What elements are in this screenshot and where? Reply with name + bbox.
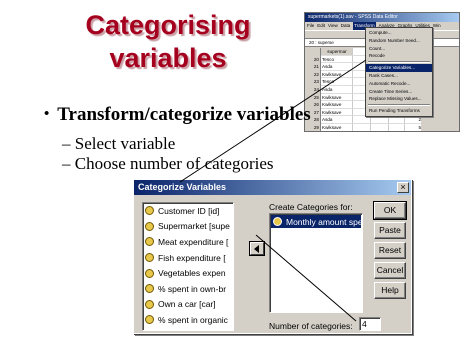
number-of-categories-input[interactable]: 4: [359, 317, 381, 331]
table-cell[interactable]: Tesco: [321, 78, 353, 86]
table-cell[interactable]: [371, 116, 389, 124]
scale-variable-icon: [145, 299, 154, 309]
transform-menu-item[interactable]: Replace Missing Values...: [366, 95, 432, 103]
variable-list-item[interactable]: Fish expenditure [: [143, 250, 233, 266]
selected-variable-item[interactable]: Monthly amount sper: [271, 215, 363, 228]
table-cell[interactable]: Kwiksave: [321, 123, 353, 131]
column-header[interactable]: supermar: [321, 48, 353, 56]
variable-label: Meat expenditure [: [158, 236, 229, 247]
table-row[interactable]: 29 Kwiksave 5: [307, 123, 459, 131]
table-row[interactable]: 28 Asda 2: [307, 116, 459, 124]
dialog-titlebar: Categorize Variables ×: [134, 180, 411, 195]
row-number: 22: [307, 70, 321, 79]
spss-window-title: supermarkets(1).sav - SPSS Data Editor: [305, 13, 459, 22]
bullet-text: Transform/categorize variables: [57, 104, 311, 125]
table-cell[interactable]: Kwiksave: [321, 108, 353, 117]
variable-list-item[interactable]: Meat expenditure [: [143, 234, 233, 250]
variable-label: % spent in organic: [158, 314, 228, 325]
transform-menu-dropdown: Compute... Random Number Seed... Count... R…: [365, 27, 433, 117]
variable-list-item[interactable]: Vegetarian [veget: [143, 328, 233, 330]
variable-label: Customer ID [id]: [158, 205, 220, 216]
transform-menu-item[interactable]: Create Time Series...: [366, 88, 432, 96]
transform-menu-item[interactable]: Recode: [366, 52, 432, 60]
transform-menu-item[interactable]: Rank Cases...: [366, 72, 432, 80]
create-categories-label: Create Categories for:: [269, 202, 353, 212]
transform-menu-item[interactable]: Run Pending Transforms: [366, 107, 432, 115]
move-variable-arrow-button[interactable]: [249, 241, 265, 256]
create-categories-list[interactable]: Monthly amount sper: [269, 213, 363, 313]
table-cell[interactable]: [389, 123, 405, 131]
row-number-header: [307, 48, 321, 56]
table-cell[interactable]: [353, 116, 371, 124]
table-cell[interactable]: [371, 123, 389, 131]
spss-menu-item[interactable]: Win: [433, 22, 441, 30]
menu-separator: [368, 104, 430, 107]
categorize-variables-dialog: Categorize Variables × Customer ID [id] S…: [133, 179, 412, 334]
spss-menu-item[interactable]: Data: [341, 22, 351, 30]
transform-menu-item[interactable]: Random Number Seed...: [366, 37, 432, 45]
scale-variable-icon: [145, 253, 154, 263]
variable-label: Vegetables expen: [158, 268, 226, 279]
sub-bullet-text: Choose number of categories: [74, 154, 274, 173]
scale-variable-icon: [145, 268, 154, 278]
row-number: 20: [307, 55, 321, 64]
transform-menu-item[interactable]: Categorize Variables...: [366, 64, 432, 72]
row-number: 21: [307, 63, 321, 71]
menu-separator: [368, 61, 430, 64]
scale-variable-icon: [145, 237, 154, 247]
table-cell[interactable]: Asda: [321, 116, 353, 124]
close-icon[interactable]: ×: [397, 182, 409, 193]
row-number: 23: [307, 78, 321, 86]
bullet-dot: •: [44, 106, 50, 122]
row-number: 24: [307, 85, 321, 94]
table-cell[interactable]: Kwiksave: [321, 93, 353, 102]
source-variable-list[interactable]: Customer ID [id] Supermarket [supe Meat ex…: [142, 202, 234, 331]
reset-button[interactable]: Reset: [374, 242, 406, 259]
sub-bullet-text: Select variable: [74, 134, 176, 153]
scale-variable-icon: [145, 206, 154, 216]
cancel-button[interactable]: Cancel: [374, 262, 406, 279]
transform-menu-item[interactable]: Count...: [366, 45, 432, 53]
table-cell[interactable]: Kwiksave: [321, 70, 353, 79]
variable-label: % spent in own-br: [158, 283, 227, 294]
table-cell[interactable]: Asda: [321, 85, 353, 94]
spss-menu-item[interactable]: View: [328, 22, 338, 30]
table-cell[interactable]: [389, 116, 405, 124]
variable-list-item[interactable]: % spent in organic: [143, 312, 233, 328]
spss-menu-item[interactable]: File: [307, 22, 314, 30]
transform-menu-item[interactable]: Automatic Recode...: [366, 80, 432, 88]
table-cell[interactable]: 5: [405, 123, 421, 131]
variable-label: Supermarket [supe: [158, 221, 230, 232]
bullet-item: • Transform/categorize variables: [44, 104, 311, 126]
number-of-categories-label: Number of categories:: [269, 321, 353, 331]
ok-button[interactable]: OK: [373, 201, 407, 220]
sub-bullet-select-variable: – Select variable: [62, 134, 176, 153]
table-cell[interactable]: Kwiksave: [321, 101, 353, 109]
variable-list-item[interactable]: Customer ID [id]: [143, 203, 233, 219]
sub-bullet-choose-categories: – Choose number of categories: [62, 154, 274, 173]
row-number: 25: [307, 93, 321, 102]
spss-menu-item[interactable]: Edit: [317, 22, 325, 30]
slide-title-line-1: Categorising: [85, 10, 251, 40]
variable-list-item[interactable]: Own a car [car]: [143, 297, 233, 313]
paste-button[interactable]: Paste: [374, 222, 406, 239]
variable-list-item[interactable]: Vegetables expen: [143, 265, 233, 281]
dialog-title: Categorize Variables: [138, 182, 227, 192]
transform-menu-item[interactable]: Compute...: [366, 29, 432, 37]
scale-variable-icon: [145, 284, 154, 294]
table-cell[interactable]: [353, 123, 371, 131]
scale-variable-icon: [273, 217, 282, 226]
scale-variable-icon: [145, 315, 154, 325]
variable-label: Fish expenditure [: [158, 252, 226, 263]
table-cell[interactable]: Asda: [321, 63, 353, 71]
variable-list-item[interactable]: Supermarket [supe: [143, 219, 233, 235]
table-cell[interactable]: Tesco: [321, 55, 353, 64]
variable-label: Monthly amount sper: [286, 216, 363, 227]
slide-title-line-2: variables: [109, 43, 227, 73]
scale-variable-icon: [145, 221, 154, 231]
variable-list-item[interactable]: % spent in own-br: [143, 281, 233, 297]
table-cell[interactable]: 2: [405, 116, 421, 124]
variable-label: Own a car [car]: [158, 299, 216, 310]
help-button[interactable]: Help: [374, 282, 406, 299]
